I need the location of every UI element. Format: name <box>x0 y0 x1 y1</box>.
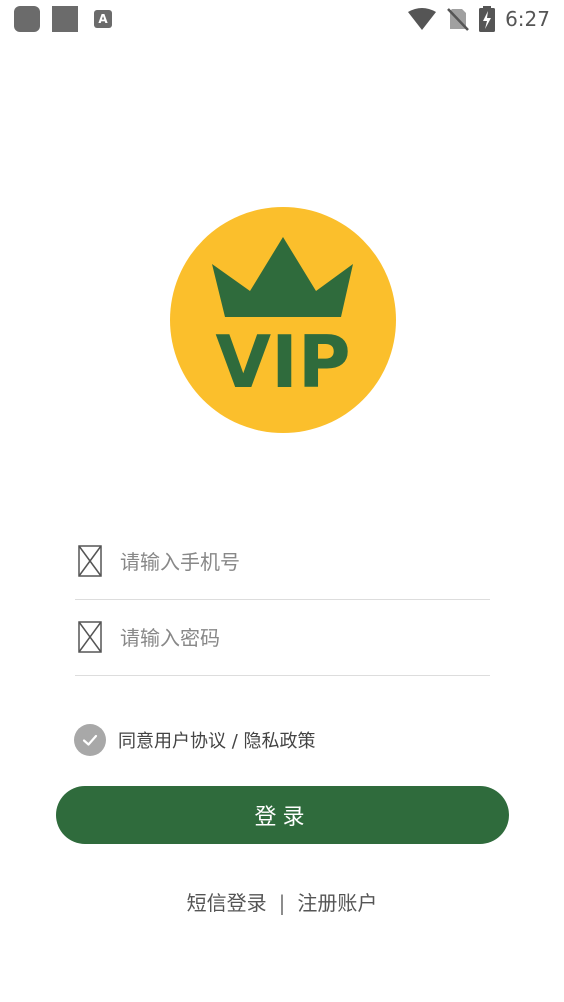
wifi-icon <box>408 8 437 30</box>
notification-a-icon: A <box>94 10 112 28</box>
agreement-row: 同意用户协议 / 隐私政策 <box>74 724 316 756</box>
battery-charging-icon <box>479 6 496 32</box>
agreement-checkbox[interactable] <box>74 724 106 756</box>
check-icon <box>82 734 98 746</box>
no-sim-icon <box>447 8 469 31</box>
notification-image-icon <box>52 6 78 32</box>
bottom-links: 短信登录 | 注册账户 <box>0 887 564 916</box>
password-field <box>75 600 490 676</box>
status-time: 6:27 <box>505 7 550 31</box>
image-placeholder-icon <box>78 545 102 577</box>
login-button[interactable]: 登录 <box>56 786 509 844</box>
phone-field <box>75 524 490 600</box>
register-link[interactable]: 注册账户 <box>297 887 377 916</box>
status-bar: A 6:27 <box>0 0 564 40</box>
vip-logo: VIP <box>170 207 396 433</box>
image-placeholder-icon <box>78 621 102 653</box>
logo-text: VIP <box>215 320 350 404</box>
agreement-text[interactable]: 同意用户协议 / 隐私政策 <box>118 727 316 753</box>
phone-input[interactable] <box>120 542 480 582</box>
password-input[interactable] <box>120 618 480 658</box>
status-bar-notifications: A <box>14 6 112 32</box>
links-separator: | <box>278 891 286 915</box>
notification-app-icon <box>14 6 40 32</box>
sms-login-link[interactable]: 短信登录 <box>187 887 267 916</box>
status-bar-system: 6:27 <box>407 5 550 33</box>
